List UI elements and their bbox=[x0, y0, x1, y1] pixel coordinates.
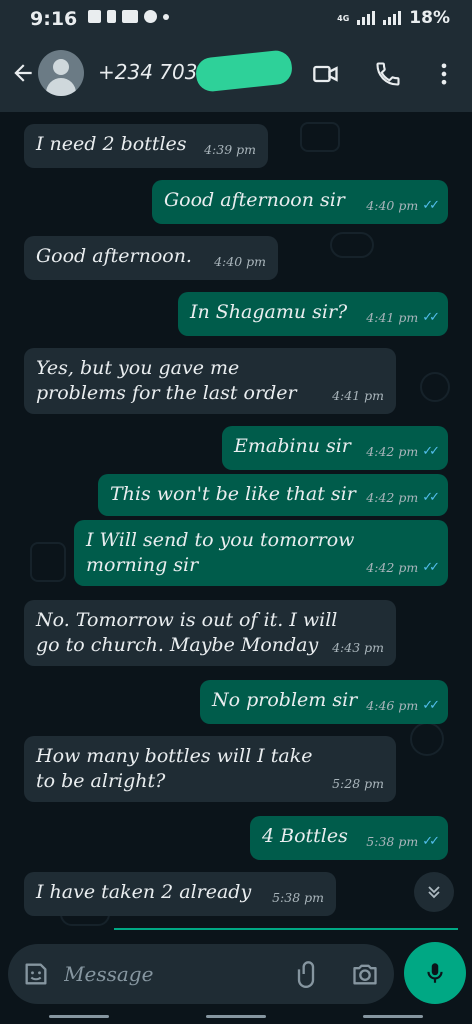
message-text: I need 2 bottles bbox=[36, 133, 187, 155]
message-meta: 4:42 pm ✓✓ bbox=[366, 555, 440, 580]
sim-icon bbox=[107, 10, 116, 23]
outgoing-message[interactable]: No problem sir 4:46 pm ✓✓ bbox=[200, 680, 448, 724]
notification-icons bbox=[88, 10, 169, 23]
status-time: 9:16 bbox=[30, 8, 78, 30]
message-time: 5:38 pm bbox=[366, 834, 419, 849]
outgoing-message[interactable]: Emabinu sir 4:42 pm ✓✓ bbox=[222, 426, 448, 470]
chat-header: +234 703 33... bbox=[0, 38, 472, 112]
read-ticks-icon: ✓✓ bbox=[422, 560, 440, 575]
message-meta: 5:38 pm ✓✓ bbox=[366, 829, 440, 854]
signal-2-icon bbox=[383, 11, 402, 25]
message-meta: 4:42 pm ✓✓ bbox=[366, 485, 440, 510]
camera-icon[interactable] bbox=[350, 960, 380, 988]
system-status: 4G 18% bbox=[337, 8, 450, 28]
network-type: 4G bbox=[337, 13, 350, 23]
voice-call-icon[interactable] bbox=[374, 60, 402, 88]
message-time: 4:42 pm bbox=[366, 444, 419, 459]
message-text: Emabinu sir bbox=[234, 435, 351, 457]
incoming-message[interactable]: No. Tomorrow is out of it. I will go to … bbox=[24, 600, 396, 666]
message-meta: 4:39 pm bbox=[204, 137, 256, 162]
message-time: 4:42 pm bbox=[366, 490, 419, 505]
message-text: Yes, but you gave me problems for the la… bbox=[36, 357, 297, 404]
wallpaper-doodle bbox=[410, 722, 444, 756]
back-arrow-icon[interactable] bbox=[10, 60, 36, 86]
outgoing-message[interactable]: In Shagamu sir? 4:41 pm ✓✓ bbox=[178, 292, 448, 336]
message-meta: 5:38 pm bbox=[272, 885, 324, 910]
message-meta: 4:42 pm ✓✓ bbox=[366, 439, 440, 464]
message-meta: 4:46 pm ✓✓ bbox=[366, 693, 440, 718]
message-meta: 4:40 pm bbox=[214, 249, 266, 274]
message-time: 5:38 pm bbox=[272, 890, 324, 905]
signal-icon bbox=[357, 11, 376, 25]
message-text: I have taken 2 already bbox=[36, 881, 252, 903]
read-ticks-icon: ✓✓ bbox=[422, 698, 440, 713]
message-text: Good afternoon. bbox=[36, 245, 192, 267]
wallpaper-doodle bbox=[300, 122, 340, 152]
attachment-icon[interactable] bbox=[292, 960, 320, 988]
sticker-icon[interactable] bbox=[22, 960, 50, 988]
incoming-message[interactable]: I need 2 bottles 4:39 pm bbox=[24, 124, 268, 168]
message-meta: 4:40 pm ✓✓ bbox=[366, 193, 440, 218]
read-ticks-icon: ✓✓ bbox=[422, 444, 440, 459]
read-ticks-icon: ✓✓ bbox=[422, 198, 440, 213]
message-text: No. Tomorrow is out of it. I will go to … bbox=[36, 609, 338, 656]
incoming-message[interactable]: How many bottles will I take to be alrig… bbox=[24, 736, 396, 802]
composer-divider bbox=[114, 928, 458, 930]
message-text: Good afternoon sir bbox=[164, 189, 345, 211]
wallpaper-doodle bbox=[30, 542, 66, 582]
incoming-message[interactable]: Good afternoon. 4:40 pm bbox=[24, 236, 278, 280]
scroll-to-bottom-button[interactable] bbox=[414, 872, 454, 912]
incoming-message[interactable]: I have taken 2 already 5:38 pm bbox=[24, 872, 336, 916]
message-notification-icon bbox=[88, 10, 101, 23]
status-bar: 9:16 4G 18% bbox=[0, 0, 472, 38]
double-chevron-down-icon bbox=[428, 886, 440, 899]
message-time: 4:39 pm bbox=[204, 142, 256, 157]
outgoing-message[interactable]: This won't be like that sir 4:42 pm ✓✓ bbox=[98, 474, 448, 516]
more-notifications-icon bbox=[163, 13, 169, 20]
message-text: In Shagamu sir? bbox=[190, 301, 348, 323]
incoming-message[interactable]: Yes, but you gave me problems for the la… bbox=[24, 348, 396, 414]
outgoing-message[interactable]: I Will send to you tomorrow morning sir … bbox=[74, 520, 448, 586]
chat-area[interactable]: I need 2 bottles 4:39 pm Good afternoon … bbox=[0, 112, 472, 936]
more-options-icon[interactable] bbox=[430, 60, 458, 88]
message-time: 4:41 pm bbox=[332, 388, 384, 403]
wallpaper-doodle bbox=[330, 232, 374, 258]
message-meta: 5:28 pm bbox=[332, 771, 384, 796]
youtube-icon bbox=[122, 10, 138, 23]
message-text: How many bottles will I take to be alrig… bbox=[36, 745, 313, 792]
message-time: 4:40 pm bbox=[366, 198, 419, 213]
message-time: 4:43 pm bbox=[332, 640, 384, 655]
redaction-mark bbox=[194, 49, 294, 93]
message-time: 5:28 pm bbox=[332, 776, 384, 791]
message-text: This won't be like that sir bbox=[110, 483, 356, 505]
outgoing-message[interactable]: 4 Bottles 5:38 pm ✓✓ bbox=[250, 816, 448, 860]
message-time: 4:40 pm bbox=[214, 254, 266, 269]
message-meta: 4:41 pm ✓✓ bbox=[366, 305, 440, 330]
read-ticks-icon: ✓✓ bbox=[422, 490, 440, 505]
read-ticks-icon: ✓✓ bbox=[422, 834, 440, 849]
message-meta: 4:43 pm bbox=[332, 635, 384, 660]
nav-back-handle[interactable] bbox=[48, 1014, 109, 1018]
avatar[interactable] bbox=[38, 50, 84, 96]
message-meta: 4:41 pm bbox=[332, 383, 384, 408]
video-call-icon[interactable] bbox=[312, 60, 340, 88]
battery-level: 18% bbox=[409, 8, 450, 28]
message-text: 4 Bottles bbox=[262, 825, 348, 847]
message-input[interactable] bbox=[64, 958, 274, 990]
microphone-icon bbox=[427, 963, 443, 983]
nav-recents-handle[interactable] bbox=[363, 1014, 424, 1018]
message-time: 4:42 pm bbox=[366, 560, 419, 575]
message-time: 4:46 pm bbox=[366, 698, 419, 713]
read-ticks-icon: ✓✓ bbox=[422, 310, 440, 325]
outgoing-message[interactable]: Good afternoon sir 4:40 pm ✓✓ bbox=[152, 180, 448, 224]
system-navigation-bar bbox=[0, 1008, 472, 1024]
message-time: 4:41 pm bbox=[366, 310, 419, 325]
nav-home-handle[interactable] bbox=[205, 1014, 266, 1018]
voice-message-button[interactable] bbox=[404, 942, 466, 1004]
message-input-box[interactable] bbox=[8, 944, 394, 1004]
message-text: I Will send to you tomorrow morning sir bbox=[86, 529, 355, 576]
app-notification-icon bbox=[144, 10, 157, 23]
message-text: No problem sir bbox=[212, 689, 358, 711]
wallpaper-doodle bbox=[420, 372, 450, 402]
